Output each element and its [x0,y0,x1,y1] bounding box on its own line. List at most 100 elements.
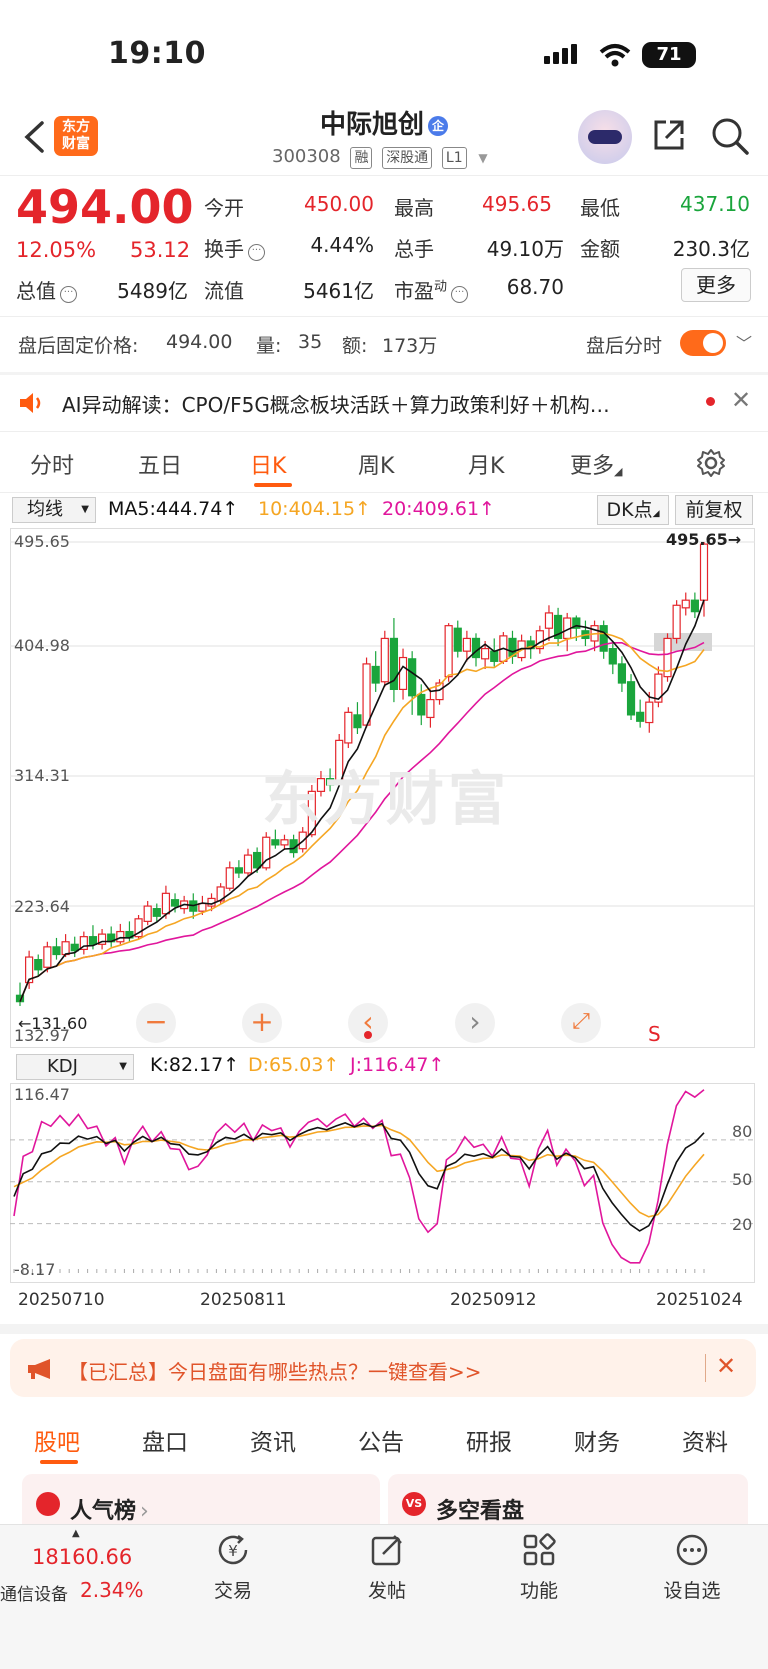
tab-news[interactable]: 资讯 [250,1423,296,1457]
index-pct[interactable]: 2.34% [80,1578,144,1602]
candle-body [344,711,353,744]
candle-body [371,665,380,684]
after-hours-toggle-label: 盘后分时 [586,335,663,357]
indicator-select[interactable]: KDJ ▼ [16,1054,134,1080]
hotspot-banner-text[interactable]: 【已汇总】今日盘面有哪些热点？一键查看>> [68,1356,482,1385]
nav-post[interactable]: 发帖 [342,1576,432,1603]
tab-monthly-k[interactable]: 月K [468,448,504,480]
wifi-icon [599,44,631,67]
tab-financials[interactable]: 财务 [574,1423,620,1457]
tab-intraday[interactable]: 分时 [30,448,74,480]
battery-icon: 71 [642,42,696,68]
tab-research[interactable]: 研报 [466,1423,512,1457]
speaker-icon [20,393,41,413]
stock-code-row[interactable]: 300308 融 深股通 L1 ▼ [272,146,488,169]
watermark: 东方财富 [262,765,511,833]
tab-profile[interactable]: 资料 [682,1423,728,1457]
kdj-k-readout: K:82.17↑ [150,1054,240,1076]
close-icon[interactable]: ✕ [731,386,751,414]
price-axis-label: 495.65 [14,532,70,551]
kdj-chart[interactable] [10,1083,755,1283]
active-tab-indicator [254,483,292,487]
tab-five-day[interactable]: 五日 [138,448,182,480]
nav-functions[interactable]: 功能 [494,1576,584,1603]
tab-more[interactable]: 更多◢ [570,448,622,480]
price-axis-label: 223.64 [14,897,70,916]
popularity-title[interactable]: 人气榜 › [70,1493,149,1525]
date-label: 20251024 [656,1290,743,1310]
tab-daily-k[interactable]: 日K [250,448,286,480]
enterprise-badge: 企 [428,116,448,136]
share-icon[interactable] [650,116,688,154]
price-axis-label: 404.98 [14,636,70,655]
zoom-in-button[interactable]: + [242,1003,282,1043]
candle-body [398,656,408,691]
compose-icon[interactable] [370,1533,404,1567]
status-bar: 19:10 71 [0,0,768,100]
candle-body [70,943,79,952]
candle-body [636,711,645,722]
candle-body [143,905,152,922]
cellular-signal-icon [544,44,580,64]
grid-apps-icon[interactable] [522,1533,556,1567]
candle-body [380,637,389,683]
change-amount: 53.12 [130,238,191,262]
candle-body [253,851,262,869]
scroll-right-button[interactable]: › [455,1003,495,1043]
zoom-out-button[interactable]: − [136,1003,176,1043]
float-value: 5461亿 [303,279,374,303]
date-label: 20250912 [450,1290,537,1310]
ai-assistant-avatar[interactable] [578,110,632,164]
candle-body [699,543,709,601]
candle-body [617,663,627,684]
more-button[interactable]: 更多 [681,268,751,302]
chevron-down-icon[interactable]: ﹀ [736,330,752,354]
active-tab-indicator [40,1460,78,1464]
after-hours-band [654,633,712,651]
date-label: 20250811 [200,1290,287,1310]
candle-body [471,637,481,659]
candle-body [672,604,681,640]
nav-trade[interactable]: 交易 [188,1576,278,1603]
close-icon[interactable]: ✕ [716,1352,736,1380]
kdj-d-line [13,1124,705,1218]
svg-text:¥: ¥ [228,1542,238,1560]
trade-yen-icon[interactable]: ¥ [216,1533,250,1567]
candle-body [243,854,253,874]
forward-adjust-button[interactable]: 前复权 [675,495,753,525]
tab-order-book[interactable]: 盘口 [142,1423,188,1457]
info-icon: ··· [60,286,77,303]
candle-body [645,701,654,724]
fullscreen-icon[interactable]: ⤢ [561,1003,601,1043]
settings-gear-icon[interactable] [696,448,726,478]
kdj-axis-bottom: -8.17 [14,1260,56,1279]
high-label: 最高 [394,196,434,220]
ai-insight-text[interactable]: AI异动解读：CPO/F5G概念板块活跃＋算力政策利好＋机构… [62,389,677,418]
more-dots-icon[interactable] [675,1533,709,1567]
candle-body [481,648,490,660]
sell-signal-marker: S [648,1022,661,1046]
after-hours-toggle[interactable] [680,330,726,356]
candle-body [225,867,234,889]
open-value: 450.00 [304,192,374,216]
ma-select[interactable]: 均线 ▼ [12,497,96,523]
tab-forum[interactable]: 股吧 [34,1423,80,1457]
caret-up-icon: ▲ [72,1528,80,1539]
search-icon[interactable] [710,116,750,156]
kdj-level: 80 [732,1122,753,1141]
dk-point-button[interactable]: DK点◢ [597,495,669,525]
scroll-left-button[interactable]: ‹ [348,1003,388,1043]
pe-value: 68.70 [506,275,564,299]
kdj-d-readout: D:65.03↑ [248,1054,340,1076]
index-value[interactable]: 18160.66 [32,1545,132,1569]
nav-add-watchlist[interactable]: 设自选 [647,1576,737,1603]
index-name[interactable]: 通信设备 [0,1580,68,1605]
candle-body [453,627,462,652]
bull-bear-title[interactable]: 多空看盘 [436,1493,524,1525]
after-hours-amt-label: 额: [342,335,368,357]
kdj-level: 20 [732,1215,753,1234]
tab-announcements[interactable]: 公告 [358,1423,404,1457]
candle-body [626,681,636,716]
candle-body [116,930,125,943]
tab-weekly-k[interactable]: 周K [358,448,394,480]
